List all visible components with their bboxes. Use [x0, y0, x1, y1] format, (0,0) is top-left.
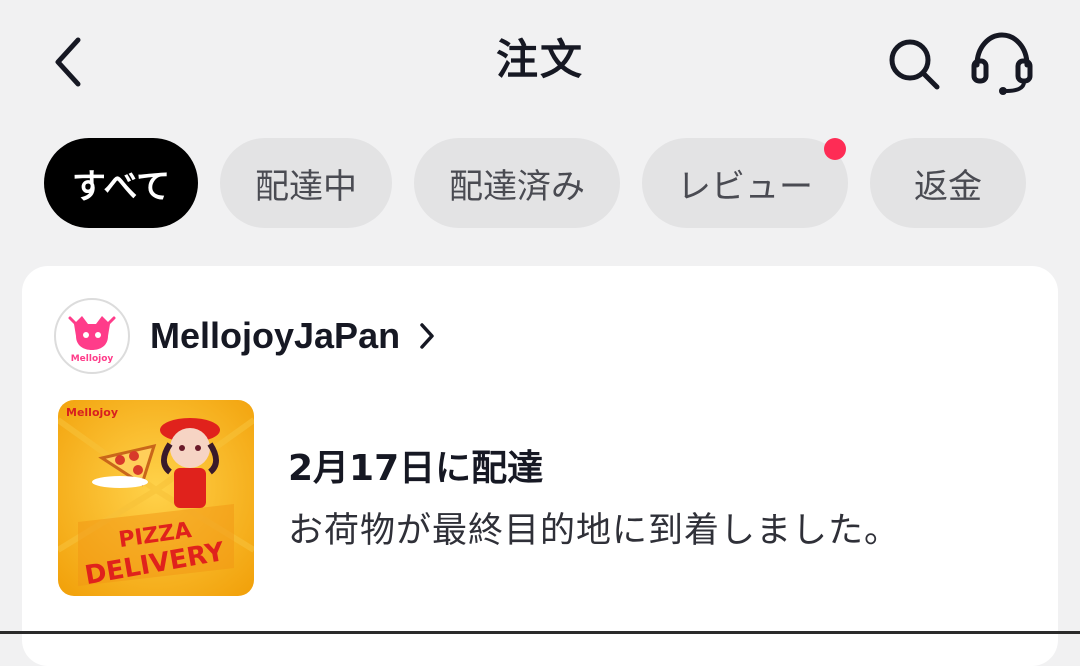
customer-support-button[interactable] [966, 26, 1038, 98]
shop-link[interactable]: Mellojoy MellojoyJaPan [54, 296, 436, 376]
tab-refund[interactable]: 返金 [870, 138, 1026, 228]
delivery-status: お荷物が最終目的地に到着しました。 [288, 511, 901, 551]
shop-name: MellojoyJaPan [150, 315, 401, 356]
header-bar: 注文 [0, 0, 1080, 124]
tab-label: 配達中 [255, 166, 357, 207]
shop-logo: Mellojoy [68, 316, 116, 364]
tab-in-delivery[interactable]: 配達中 [220, 138, 392, 228]
search-icon [889, 39, 940, 90]
search-button[interactable] [882, 32, 946, 96]
headset-icon [971, 32, 1033, 95]
product-image[interactable]: Mellojoy PIZZA DELIVERY [58, 400, 254, 596]
order-card[interactable]: Mellojoy MellojoyJaPan Mellojoy PIZZA DE… [22, 266, 1058, 666]
tab-label: 返金 [914, 166, 982, 207]
product-artwork: Mellojoy PIZZA DELIVERY [58, 400, 254, 596]
tab-review[interactable]: レビュー [642, 138, 848, 228]
tab-label: 配達済み [449, 166, 585, 207]
chevron-right-icon [418, 321, 436, 351]
tab-all[interactable]: すべて [44, 138, 198, 228]
tab-label: すべて [71, 166, 171, 207]
shop-avatar: Mellojoy [54, 298, 130, 374]
shop-logo-text: Mellojoy [71, 354, 114, 364]
delivery-date: 2月17日に配達 [288, 448, 544, 489]
tab-label: レビュー [677, 166, 813, 207]
notification-dot [824, 138, 846, 160]
tab-delivered[interactable]: 配達済み [414, 138, 620, 228]
product-brand-text: Mellojoy [66, 406, 118, 419]
order-filter-tabs: すべて 配達中 配達済み レビュー 返金 [44, 138, 1026, 228]
